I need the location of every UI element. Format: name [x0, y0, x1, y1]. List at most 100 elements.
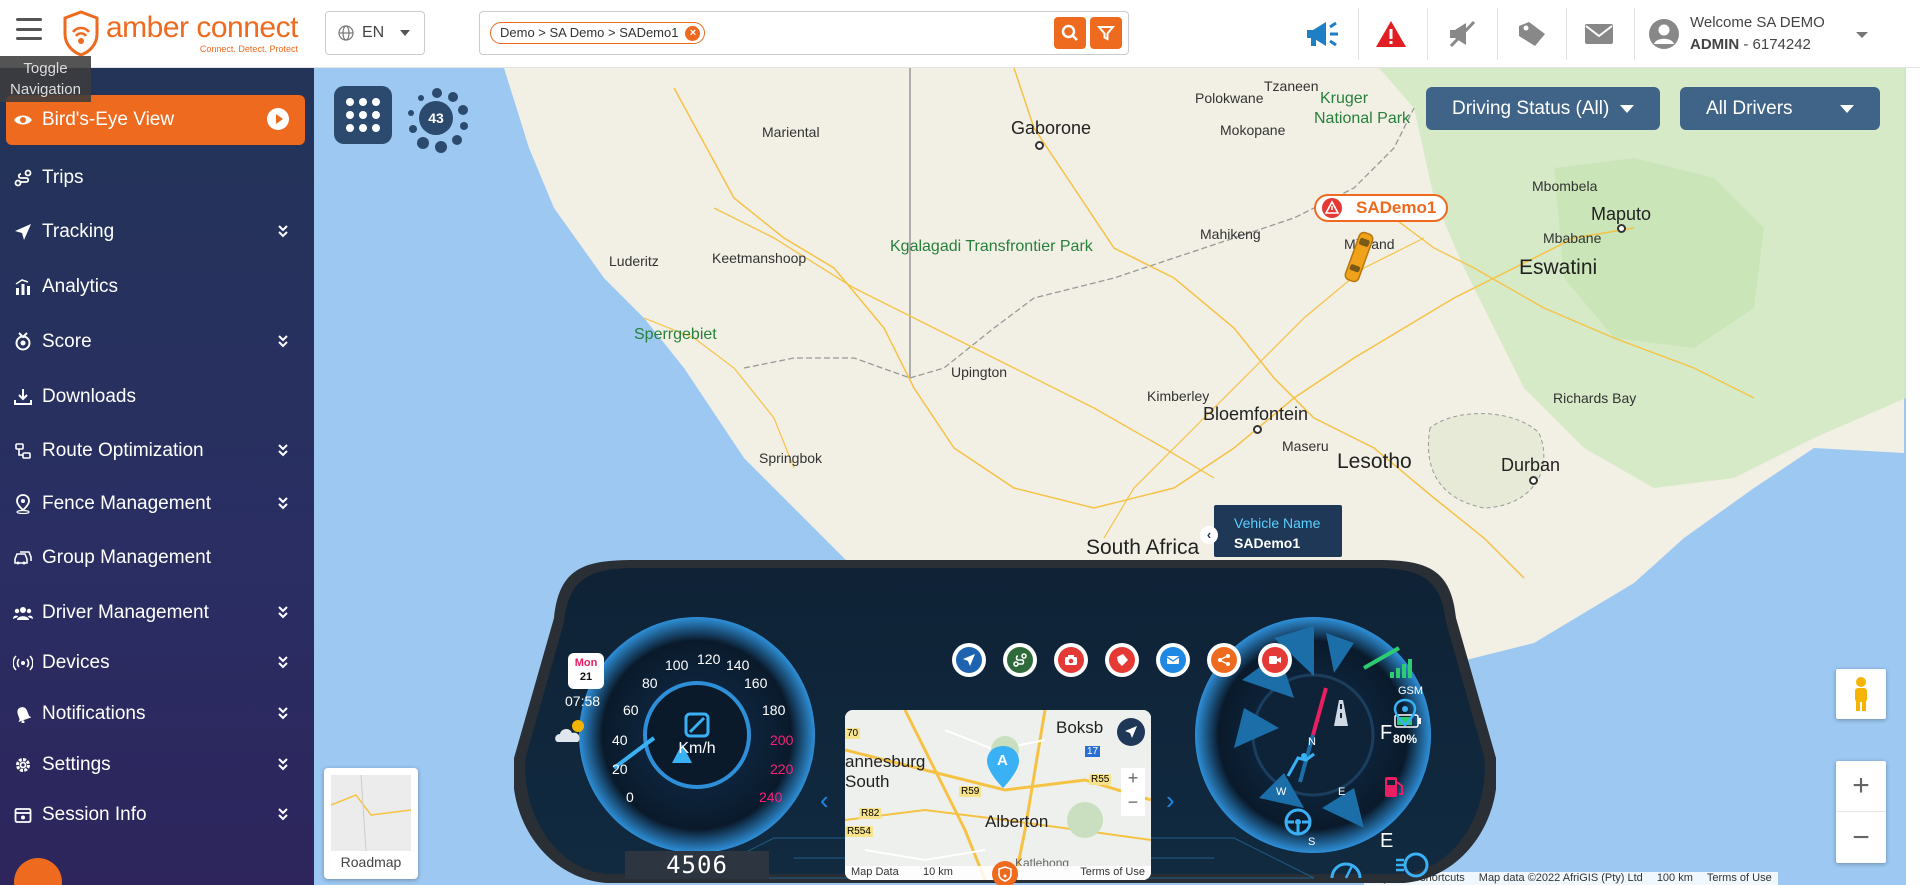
chip-close-icon[interactable]: × [685, 26, 701, 41]
search-button[interactable] [1054, 17, 1086, 49]
messages-button[interactable] [1577, 12, 1621, 56]
alerts-button[interactable] [1369, 12, 1413, 56]
vehicle-marker-icon[interactable] [1344, 228, 1374, 286]
bell-icon [12, 703, 34, 725]
sidebar-item-devices[interactable]: Devices [6, 638, 305, 688]
play-circle-icon[interactable] [267, 108, 289, 130]
route-button[interactable] [1003, 643, 1037, 677]
chevron-double-down-icon [278, 808, 288, 821]
date-badge: Mon 21 [568, 653, 604, 689]
sidebar-item-score[interactable]: Score [6, 317, 305, 367]
speed-tick: 120 [697, 651, 721, 667]
sidebar-item-settings[interactable]: Settings [6, 740, 305, 790]
eye-icon [12, 109, 34, 131]
language-select[interactable]: EN [325, 11, 425, 55]
pin-button[interactable] [1105, 643, 1139, 677]
collapse-chevron-icon[interactable]: ‹ [1200, 526, 1218, 544]
steering-wheel-icon [1284, 808, 1312, 836]
mail-button[interactable] [1156, 643, 1190, 677]
sidebar-item-analytics[interactable]: Analytics [6, 262, 305, 312]
camera-button[interactable] [1054, 643, 1088, 677]
share-button[interactable] [1207, 643, 1241, 677]
roadmap-toggle[interactable]: Roadmap [324, 768, 418, 879]
road-label: R82 [859, 808, 882, 819]
header-divider [1634, 8, 1635, 60]
map-label-eswatini: Eswatini [1519, 256, 1598, 279]
mini-map-label-boksb: Boksb [1056, 718, 1104, 737]
prev-arrow-icon[interactable]: ‹ [820, 785, 829, 816]
speedometer-small-icon [1330, 862, 1362, 879]
user-menu[interactable]: Welcome SA DEMO ADMIN - 6174242 [1648, 10, 1878, 58]
terms-of-use-link[interactable]: Terms of Use [1707, 872, 1772, 885]
chevron-double-down-icon [278, 335, 288, 348]
sidebar-item-fence-management[interactable]: Fence Management [6, 479, 305, 529]
map-label-kgalagadi: Kgalagadi Transfrontier Park [890, 238, 1093, 255]
zoom-out-button[interactable]: − [1836, 812, 1886, 863]
sidebar-item-label: Devices [42, 652, 110, 673]
sidebar-nav: Bird's-Eye View Trips Tracking Analytics… [0, 68, 314, 885]
mini-map-terms[interactable]: Terms of Use [1080, 866, 1145, 878]
sidebar-item-birds-eye-view[interactable]: Bird's-Eye View [6, 95, 305, 145]
recenter-button[interactable] [1117, 718, 1145, 746]
apps-grid-button[interactable] [334, 86, 392, 144]
weather-cloud-icon [555, 720, 584, 742]
announcement-button[interactable] [1302, 12, 1346, 56]
mini-map[interactable]: Boksb annesburg South Alberton Katlehong… [845, 710, 1151, 880]
tags-button[interactable] [1510, 12, 1554, 56]
dashboard-brand-icon[interactable] [992, 861, 1018, 885]
map-label-maseru: Maseru [1282, 438, 1329, 454]
sidebar-item-tracking[interactable]: Tracking [6, 207, 305, 257]
map-label-sperrgebiet: Sperrgebiet [634, 326, 717, 343]
globe-icon [338, 25, 354, 41]
rpm-gauge-icon [1396, 852, 1429, 878]
session-icon [12, 804, 34, 826]
mail-icon [1166, 656, 1180, 664]
sidebar-item-notifications[interactable]: Notifications [6, 689, 305, 739]
sidebar-item-session-info[interactable]: Session Info [6, 790, 305, 840]
signal-bars-icon [1390, 659, 1412, 678]
chat-support-icon[interactable] [14, 858, 62, 885]
vehicle-map-label[interactable]: SADemo1 [1314, 194, 1449, 222]
road-label: 70 [845, 728, 861, 739]
hamburger-menu-icon[interactable] [16, 18, 42, 40]
driving-status-label: Driving Status (All) [1452, 97, 1610, 119]
driving-status-dropdown[interactable]: Driving Status (All) [1426, 87, 1660, 130]
mini-map-label-south: South [845, 772, 890, 791]
speed-tick: 80 [642, 675, 658, 691]
amber-connect-logo[interactable]: amber connect Connect. Detect. Protect [62, 8, 298, 58]
vehicle-search-field[interactable]: Demo > SA Demo > SADemo1 × [479, 11, 1129, 55]
speed-tick: 60 [623, 702, 639, 718]
zoom-in-button[interactable]: + [1836, 761, 1886, 812]
sidebar-item-label: Group Management [42, 547, 211, 568]
vehicle-cluster[interactable]: 43 [401, 83, 473, 155]
chevron-double-down-icon [278, 225, 288, 238]
road-label: 17 [1085, 746, 1101, 757]
welcome-text: Welcome SA DEMO [1690, 14, 1825, 31]
sidebar-item-trips[interactable]: Trips [6, 153, 305, 203]
sidebar-item-group-management[interactable]: Group Management [6, 533, 305, 583]
sidebar-item-label: Bird's-Eye View [42, 109, 175, 130]
camera-icon [1065, 655, 1077, 665]
selection-chip[interactable]: Demo > SA Demo > SADemo1 × [490, 22, 706, 44]
sidebar-item-driver-management[interactable]: Driver Management [6, 588, 305, 638]
mute-announcements-button[interactable] [1440, 12, 1484, 56]
account-info: ADMIN - 6174242 [1690, 34, 1825, 56]
mini-zoom-out-button[interactable]: − [1121, 792, 1145, 816]
navigate-button[interactable] [952, 643, 986, 677]
logo-tagline: Connect. Detect. Protect [199, 43, 298, 54]
next-arrow-icon[interactable]: › [1166, 785, 1175, 816]
sidebar-item-downloads[interactable]: Downloads [6, 372, 305, 422]
navigate-icon [963, 654, 975, 666]
sidebar-item-label: Session Info [42, 804, 147, 825]
drivers-dropdown[interactable]: All Drivers [1680, 87, 1880, 130]
video-button[interactable] [1258, 643, 1292, 677]
sidebar-item-route-optimization[interactable]: Route Optimization [6, 426, 305, 476]
filter-button[interactable] [1090, 17, 1122, 49]
street-view-pegman[interactable] [1836, 669, 1886, 719]
map-label-mbabane: Mbabane [1543, 230, 1602, 246]
gear-icon [12, 754, 34, 776]
speed-tick: 100 [665, 657, 689, 673]
map-view[interactable]: Gaborone Polokwane Tzaneen Kruger Nation… [314, 68, 1906, 885]
mini-zoom-in-button[interactable]: + [1121, 768, 1145, 792]
road-icon [1334, 700, 1348, 726]
